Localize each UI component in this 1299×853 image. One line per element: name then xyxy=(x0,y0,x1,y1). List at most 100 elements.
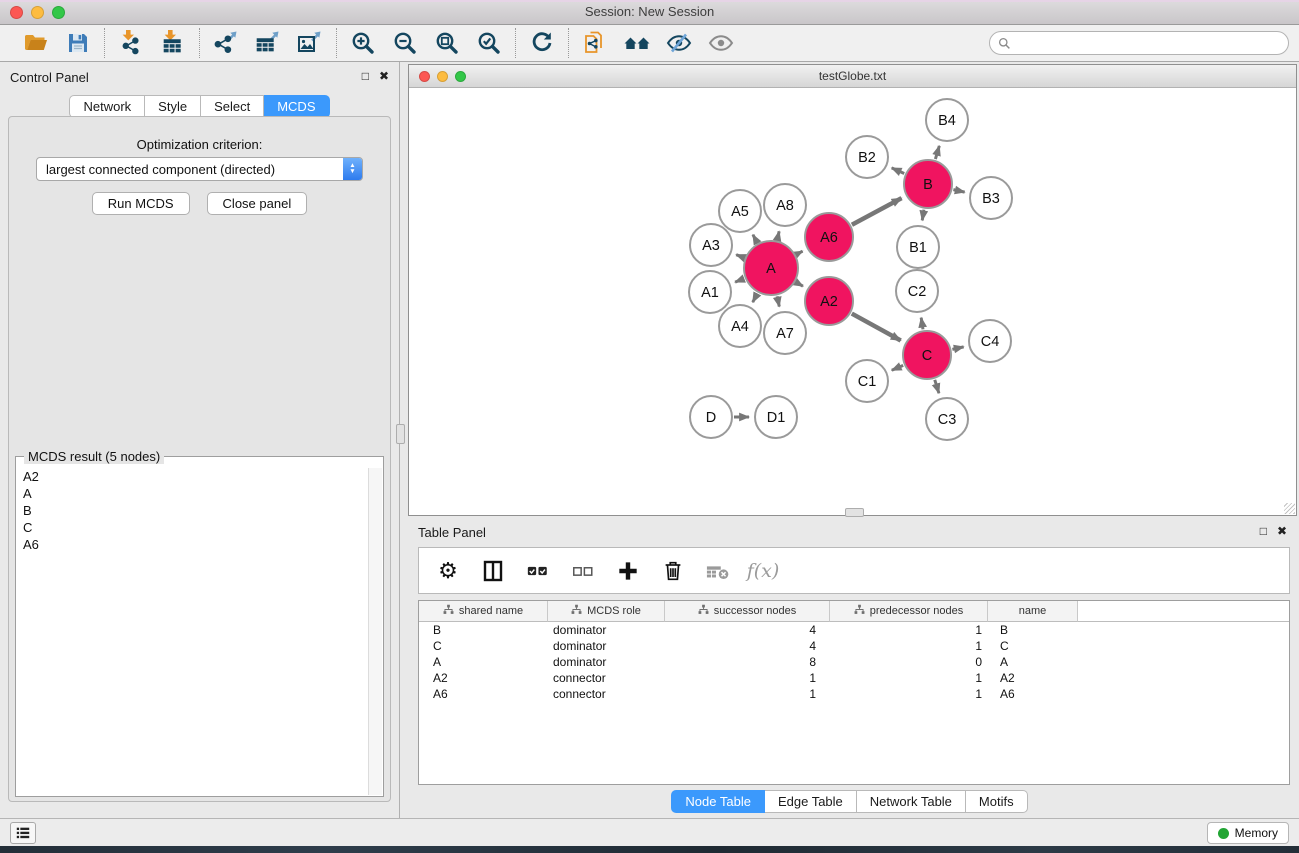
delete-column-button[interactable] xyxy=(660,558,686,584)
close-panel-icon[interactable]: ✖ xyxy=(379,69,389,83)
graph-node-B1[interactable]: B1 xyxy=(897,226,939,268)
new-network-from-selection-button[interactable] xyxy=(580,28,610,58)
edge-C-C3[interactable] xyxy=(935,380,939,393)
export-table-button[interactable] xyxy=(253,28,283,58)
tab-motifs[interactable]: Motifs xyxy=(966,790,1028,813)
edge-C-C1[interactable] xyxy=(892,365,903,370)
add-column-button[interactable] xyxy=(615,558,641,584)
mcds-result-item[interactable]: A6 xyxy=(17,536,367,553)
import-network-button[interactable] xyxy=(116,28,146,58)
graph-node-B[interactable]: B xyxy=(904,160,952,208)
optimization-criterion-select[interactable]: largest connected component (directed) ▲… xyxy=(36,157,363,181)
graph-node-B4[interactable]: B4 xyxy=(926,99,968,141)
hide-selected-button[interactable] xyxy=(664,28,694,58)
mcds-result-item[interactable]: A2 xyxy=(17,468,367,485)
edge-A6-B[interactable] xyxy=(852,198,902,225)
column-header-shared-name[interactable]: shared name xyxy=(419,601,548,622)
graph-node-A8[interactable]: A8 xyxy=(764,184,806,226)
graph-node-D[interactable]: D xyxy=(690,396,732,438)
search-box[interactable] xyxy=(989,31,1289,55)
network-graph[interactable]: B4B2BB3A5A8A6B1A3AA1C2A2A4A7C4CC1C3DD1 xyxy=(409,88,1296,512)
tab-select[interactable]: Select xyxy=(201,95,264,118)
edge-B-B1[interactable] xyxy=(922,210,924,221)
graph-node-A2[interactable]: A2 xyxy=(805,277,853,325)
edge-B-B4[interactable] xyxy=(935,146,939,159)
vertical-splitter-handle[interactable] xyxy=(396,424,405,444)
column-header-predecessor-nodes[interactable]: predecessor nodes xyxy=(830,601,988,622)
export-image-button[interactable] xyxy=(295,28,325,58)
tab-node-table[interactable]: Node Table xyxy=(671,790,765,813)
run-mcds-button[interactable]: Run MCDS xyxy=(92,192,190,215)
graph-node-C4[interactable]: C4 xyxy=(969,320,1011,362)
edge-B-B3[interactable] xyxy=(953,190,964,193)
mcds-result-item[interactable]: B xyxy=(17,502,367,519)
import-table-button[interactable] xyxy=(158,28,188,58)
save-session-button[interactable] xyxy=(63,28,93,58)
table-row[interactable]: A6connector11A6 xyxy=(419,686,1289,702)
show-all-button[interactable] xyxy=(706,28,736,58)
graph-node-A3[interactable]: A3 xyxy=(690,224,732,266)
close-panel-button[interactable]: Close panel xyxy=(207,192,308,215)
network-window-titlebar[interactable]: testGlobe.txt xyxy=(409,65,1296,88)
toggle-panel-button[interactable] xyxy=(480,558,506,584)
delete-table-button[interactable] xyxy=(705,558,731,584)
edge-C-C2[interactable] xyxy=(921,318,923,330)
tab-style[interactable]: Style xyxy=(145,95,201,118)
zoom-selected-button[interactable] xyxy=(474,28,504,58)
tab-edge-table[interactable]: Edge Table xyxy=(765,790,857,813)
edge-A-A2[interactable] xyxy=(796,282,803,286)
search-input[interactable] xyxy=(1015,36,1280,51)
edge-A-A7[interactable] xyxy=(777,296,779,306)
table-row[interactable]: Cdominator41C xyxy=(419,638,1289,654)
edge-B-B2[interactable] xyxy=(892,168,905,174)
window-resize-grip[interactable] xyxy=(1284,503,1295,514)
graph-node-A4[interactable]: A4 xyxy=(719,305,761,347)
graph-node-A5[interactable]: A5 xyxy=(719,190,761,232)
zoom-out-button[interactable] xyxy=(390,28,420,58)
float-panel-icon[interactable]: □ xyxy=(362,69,369,83)
task-history-button[interactable] xyxy=(10,822,36,844)
export-network-button[interactable] xyxy=(211,28,241,58)
edge-A-A4[interactable] xyxy=(753,294,758,303)
result-scrollbar[interactable] xyxy=(368,468,382,795)
zoom-in-button[interactable] xyxy=(348,28,378,58)
tab-network[interactable]: Network xyxy=(69,95,145,118)
edge-A-A3[interactable] xyxy=(736,255,744,258)
close-table-panel-icon[interactable]: ✖ xyxy=(1277,524,1287,538)
edge-A-A5[interactable] xyxy=(753,235,757,243)
memory-button[interactable]: Memory xyxy=(1207,822,1289,844)
tab-network-table[interactable]: Network Table xyxy=(857,790,966,813)
graph-node-B3[interactable]: B3 xyxy=(970,177,1012,219)
edge-C-C4[interactable] xyxy=(952,347,963,350)
column-header-mcds-role[interactable]: MCDS role xyxy=(548,601,665,622)
mcds-result-item[interactable]: A xyxy=(17,485,367,502)
graph-node-C2[interactable]: C2 xyxy=(896,270,938,312)
zoom-fit-button[interactable] xyxy=(432,28,462,58)
graph-node-C1[interactable]: C1 xyxy=(846,360,888,402)
function-builder-button[interactable]: f(x) xyxy=(750,558,776,584)
graph-node-A[interactable]: A xyxy=(744,241,798,295)
network-canvas[interactable]: B4B2BB3A5A8A6B1A3AA1C2A2A4A7C4CC1C3DD1 xyxy=(409,88,1296,515)
table-row[interactable]: Adominator80A xyxy=(419,654,1289,670)
edge-A-A6[interactable] xyxy=(797,251,803,254)
column-header-name[interactable]: name xyxy=(988,601,1078,622)
open-session-button[interactable] xyxy=(21,28,51,58)
graph-node-D1[interactable]: D1 xyxy=(755,396,797,438)
deselect-all-checkboxes-button[interactable] xyxy=(570,558,596,584)
tab-mcds[interactable]: MCDS xyxy=(264,95,329,118)
edge-A-A1[interactable] xyxy=(735,279,744,282)
edge-A2-C[interactable] xyxy=(852,314,901,341)
first-neighbors-button[interactable] xyxy=(622,28,652,58)
edge-A-A8[interactable] xyxy=(777,231,779,239)
select-all-checkboxes-button[interactable] xyxy=(525,558,551,584)
refresh-network-button[interactable] xyxy=(527,28,557,58)
graph-node-B2[interactable]: B2 xyxy=(846,136,888,178)
graph-node-A1[interactable]: A1 xyxy=(689,271,731,313)
graph-node-A7[interactable]: A7 xyxy=(764,312,806,354)
mcds-result-item[interactable]: C xyxy=(17,519,367,536)
column-header-successor-nodes[interactable]: successor nodes xyxy=(665,601,830,622)
float-table-panel-icon[interactable]: □ xyxy=(1260,524,1267,538)
horizontal-splitter-handle[interactable] xyxy=(845,508,864,517)
graph-node-A6[interactable]: A6 xyxy=(805,213,853,261)
table-row[interactable]: Bdominator41B xyxy=(419,622,1289,638)
